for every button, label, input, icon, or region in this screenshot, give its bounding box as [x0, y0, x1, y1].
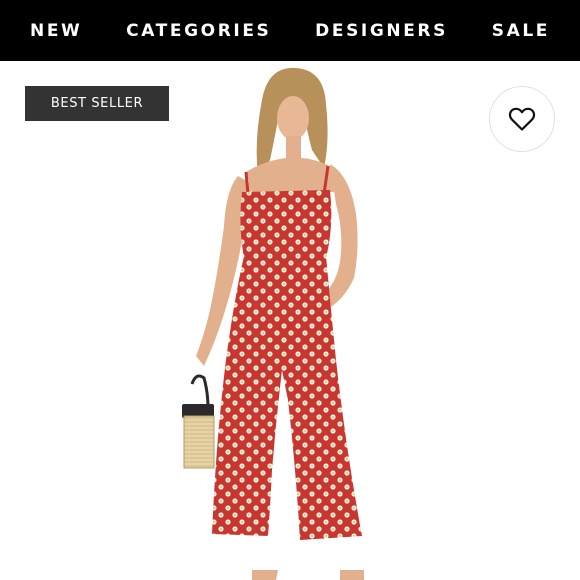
favorite-button[interactable] — [489, 86, 555, 152]
product-image[interactable] — [0, 61, 580, 580]
nav-item-sale[interactable]: SALE — [492, 21, 550, 41]
nav-item-new[interactable]: NEW — [30, 21, 82, 41]
top-navigation: NEW CATEGORIES DESIGNERS SALE — [0, 0, 580, 61]
best-seller-badge: BEST SELLER — [25, 86, 169, 121]
nav-item-categories[interactable]: CATEGORIES — [126, 21, 271, 41]
heart-outline-icon — [508, 107, 536, 131]
product-page: NEW CATEGORIES DESIGNERS SALE BEST SELLE… — [0, 0, 580, 580]
nav-item-designers[interactable]: DESIGNERS — [315, 21, 448, 41]
